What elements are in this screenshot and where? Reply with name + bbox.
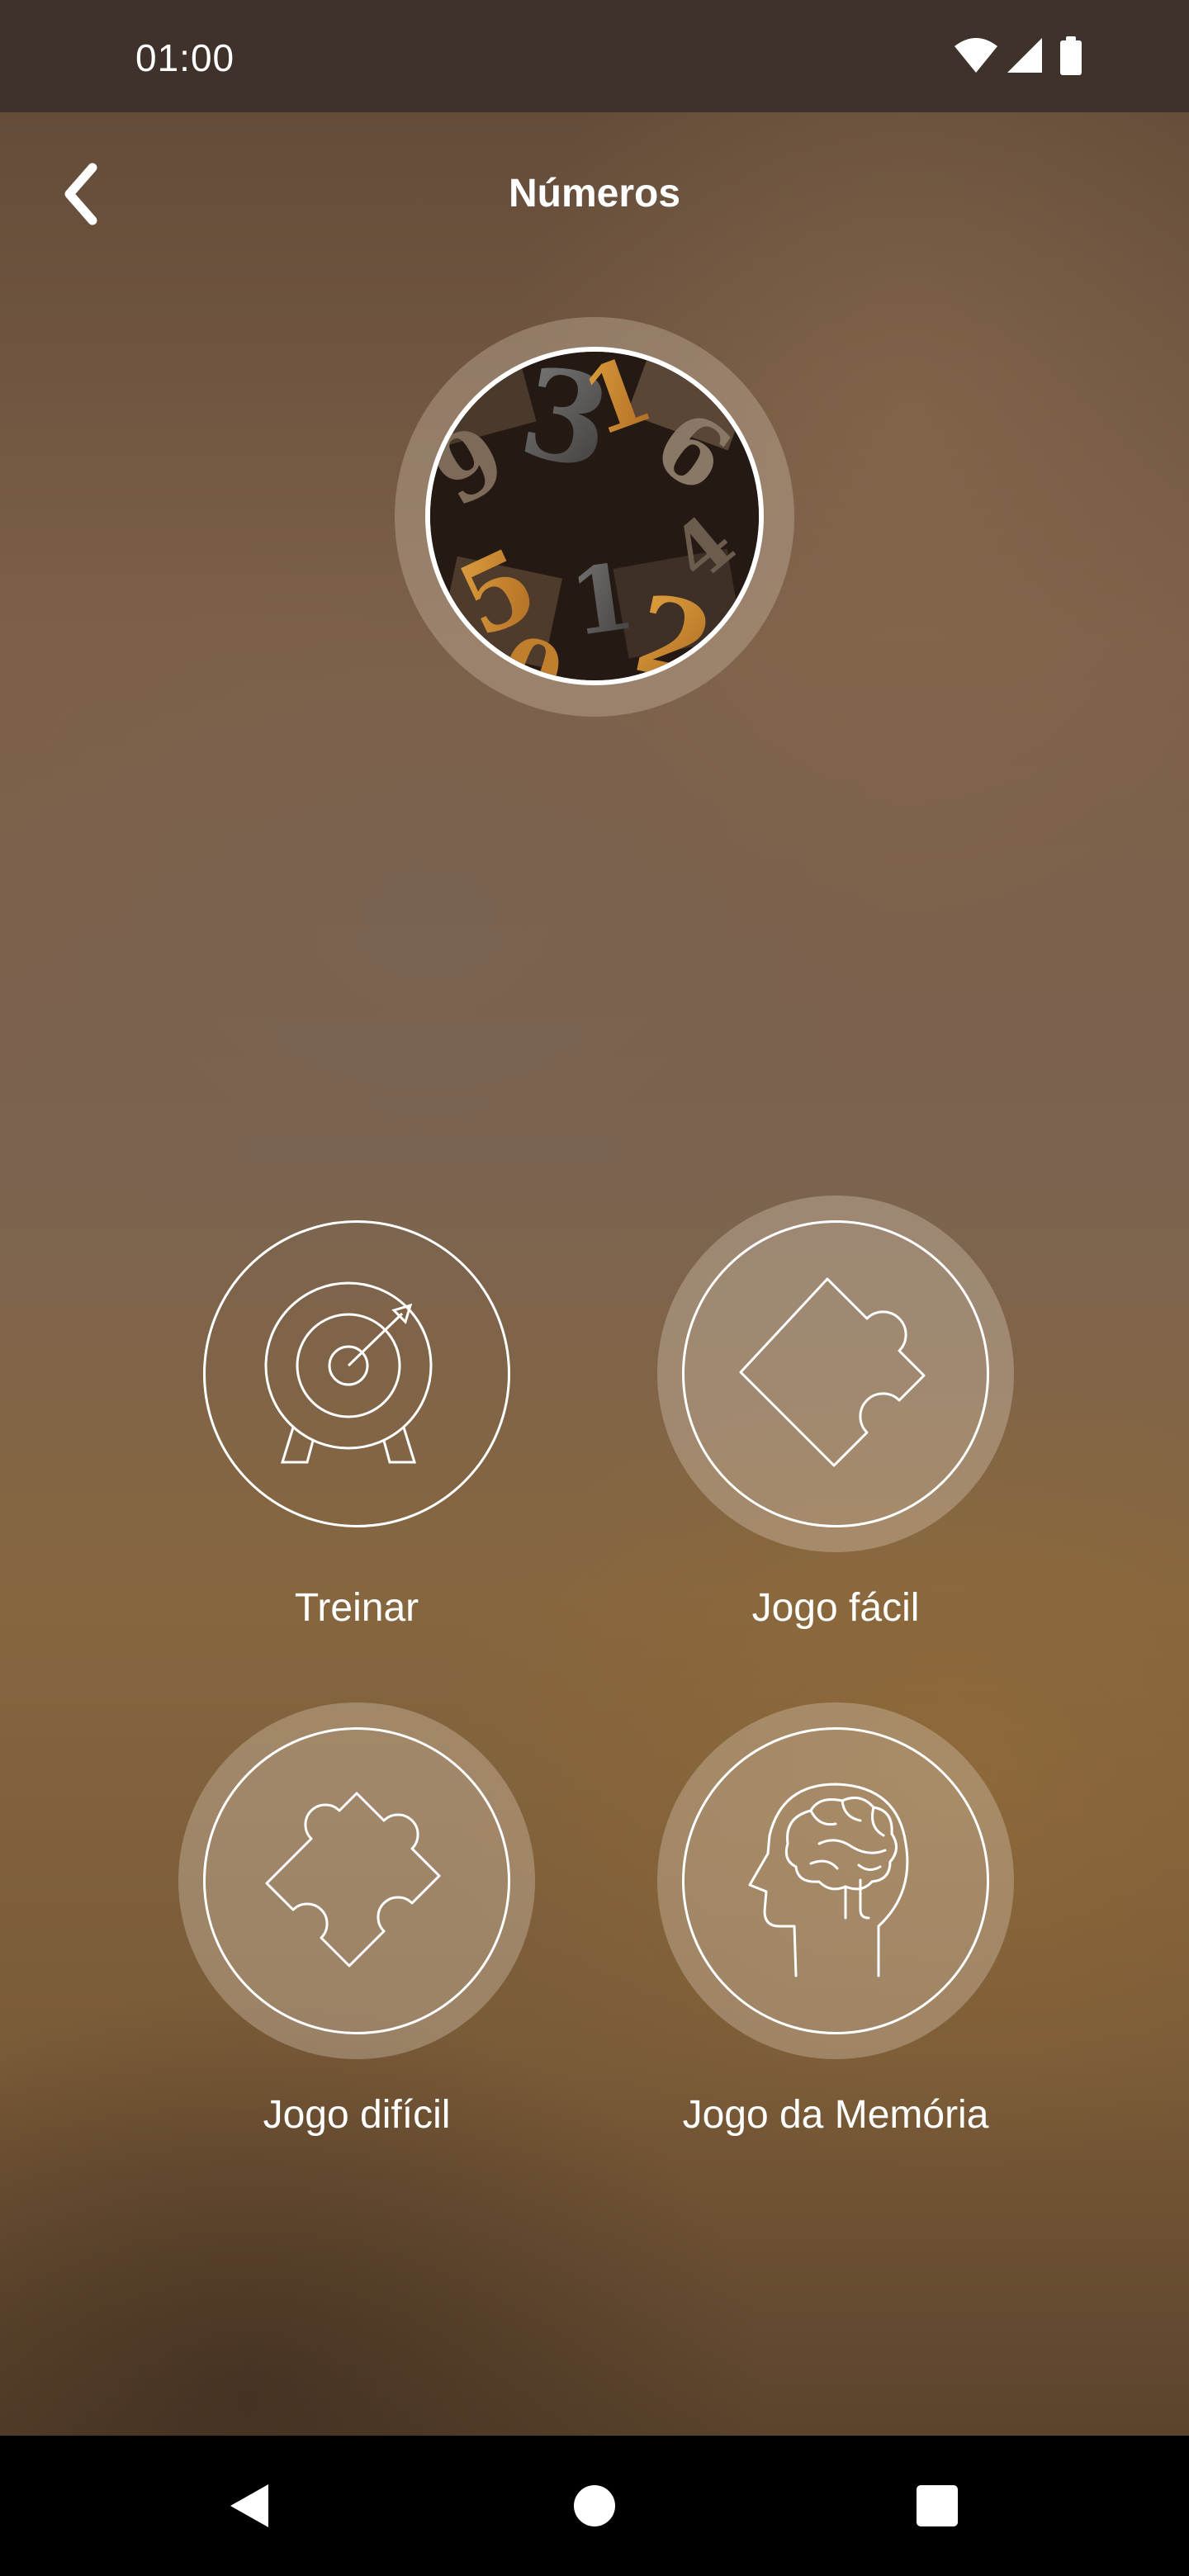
- signal-icon: [1007, 38, 1042, 73]
- option-hard-game-circle: [203, 1727, 510, 2034]
- category-image: 3 1 9 6 5 1 2 0 4: [425, 347, 764, 685]
- option-memory-game[interactable]: Jogo da Memória: [654, 1702, 1017, 2165]
- screen-background: 01:00 Números 3 1 9 6 5 1 2 0 4 Treinar …: [0, 0, 1189, 2576]
- option-easy-game-circle: [682, 1220, 989, 1527]
- status-bar: 01:00: [0, 0, 1189, 112]
- back-button[interactable]: [50, 157, 116, 231]
- home-circle-icon: [574, 2485, 615, 2526]
- wifi-icon: [955, 38, 997, 73]
- puzzle-piece-icon: [739, 1277, 926, 1467]
- nav-back-button[interactable]: [211, 2469, 286, 2543]
- target-icon: [264, 1281, 433, 1464]
- nav-home-button[interactable]: [557, 2469, 632, 2543]
- option-train-label: Treinar: [294, 1586, 419, 1630]
- option-train-circle: [203, 1220, 510, 1527]
- option-memory-game-circle: [682, 1727, 989, 2034]
- puzzle-piece-complex-icon: [265, 1792, 441, 1968]
- status-time: 01:00: [135, 36, 235, 79]
- option-hard-game[interactable]: Jogo difícil: [175, 1702, 538, 2165]
- option-train[interactable]: Treinar: [175, 1196, 538, 1658]
- option-easy-game[interactable]: Jogo fácil: [654, 1196, 1017, 1658]
- wooden-numbers-photo: 3 1 9 6 5 1 2 0 4: [430, 352, 759, 680]
- battery-icon: [1060, 36, 1082, 75]
- recents-square-icon: [917, 2485, 958, 2526]
- back-triangle-icon: [230, 2484, 268, 2527]
- page-title: Números: [508, 172, 681, 215]
- system-nav-bar: [0, 2436, 1189, 2576]
- option-hard-game-label: Jogo difícil: [263, 2093, 451, 2137]
- option-easy-game-label: Jogo fácil: [751, 1586, 920, 1630]
- nav-recents-button[interactable]: [900, 2469, 974, 2543]
- brain-head-icon: [748, 1783, 909, 1977]
- option-memory-game-label: Jogo da Memória: [682, 2093, 989, 2137]
- status-icons: [953, 36, 1110, 78]
- chevron-left-icon: [64, 163, 97, 225]
